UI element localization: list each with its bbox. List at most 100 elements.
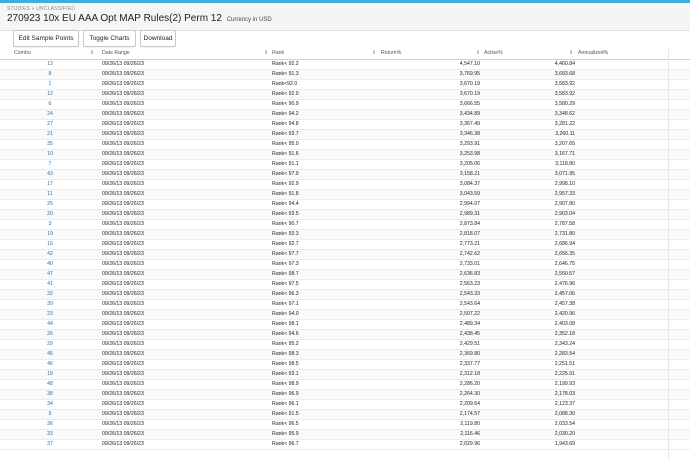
table-row[interactable]: 8 09/26/13 09/26/23 Rank< 91.3 3,769.95 3,68… xyxy=(0,70,690,80)
table-row[interactable]: 36 09/26/13 09/26/23 Rank< 96.5 2,119.80 2,0… xyxy=(0,420,690,430)
sort-icon[interactable]: ⇕ xyxy=(476,50,480,56)
combo-cell[interactable]: 42 xyxy=(40,251,60,257)
download-button[interactable]: Download xyxy=(140,30,176,47)
combo-cell[interactable]: 11 xyxy=(40,191,60,197)
date-range-cell: 09/26/13 09/26/23 xyxy=(102,401,144,407)
table-row[interactable]: 46 09/26/13 09/26/23 Rank< 98.5 2,337.77 2,2… xyxy=(0,360,690,370)
table-row[interactable]: 19 09/26/13 09/26/23 Rank< 93.3 2,818.07 2,7… xyxy=(0,230,690,240)
combo-cell[interactable]: 37 xyxy=(40,441,60,447)
table-row[interactable]: 39 09/26/13 09/26/23 Rank< 97.1 2,543.64 2,4… xyxy=(0,300,690,310)
table-row[interactable]: 9 09/26/13 09/26/23 Rank< 91.5 2,174.57 2,08… xyxy=(0,410,690,420)
sort-icon[interactable]: ⇕ xyxy=(90,50,94,56)
combo-cell[interactable]: 25 xyxy=(40,201,60,207)
table-row[interactable]: 45 09/26/13 09/26/23 Rank< 98.3 2,369.80 2,2… xyxy=(0,350,690,360)
table-row[interactable]: 25 09/26/13 09/26/23 Rank< 94.4 2,994.07 2,9… xyxy=(0,200,690,210)
combo-cell[interactable]: 38 xyxy=(40,391,60,397)
combo-cell[interactable]: 21 xyxy=(40,131,60,137)
table-row[interactable]: 44 09/26/13 09/26/23 Rank< 98.1 2,489.34 2,4… xyxy=(0,320,690,330)
col-rank[interactable]: Rank xyxy=(272,50,284,56)
combo-cell[interactable]: 20 xyxy=(40,211,60,217)
combo-cell[interactable]: 48 xyxy=(40,381,60,387)
combo-cell[interactable]: 46 xyxy=(40,361,60,367)
combo-cell[interactable]: 13 xyxy=(40,61,60,67)
table-row[interactable]: 12 09/26/13 09/26/23 Rank< 92.0 3,670.19 3,5… xyxy=(0,90,690,100)
table-row[interactable]: 27 09/26/13 09/26/23 Rank< 94.8 3,367.49 3,2… xyxy=(0,120,690,130)
table-row[interactable]: 20 09/26/13 09/26/23 Rank< 93.5 2,989.31 2,9… xyxy=(0,210,690,220)
toggle-charts-button[interactable]: Toggle Charts xyxy=(83,30,136,47)
study-title: 270923 10x EU AAA Opt MAP Rules(2) Perm … xyxy=(7,13,222,24)
table-row[interactable]: 21 09/26/13 09/26/23 Rank< 93.7 3,346.38 3,2… xyxy=(0,130,690,140)
table-row[interactable]: 11 09/26/13 09/26/23 Rank< 91.8 3,043.59 2,9… xyxy=(0,190,690,200)
edit-sample-points-button[interactable]: Edit Sample Points xyxy=(13,30,79,47)
table-row[interactable]: 47 09/26/13 09/26/23 Rank< 98.7 2,636.83 2,5… xyxy=(0,270,690,280)
table-row[interactable]: 29 09/26/13 09/26/23 Rank< 95.2 2,429.51 2,3… xyxy=(0,340,690,350)
table-row[interactable]: 23 09/26/13 09/26/23 Rank< 94.0 2,507.22 2,4… xyxy=(0,310,690,320)
table-row[interactable]: 10 09/26/13 09/26/23 Rank< 91.6 3,253.98 3,1… xyxy=(0,150,690,160)
combo-cell[interactable]: 39 xyxy=(40,301,60,307)
combo-cell[interactable]: 26 xyxy=(40,331,60,337)
combo-cell[interactable]: 8 xyxy=(40,71,60,77)
combo-cell[interactable]: 47 xyxy=(40,271,60,277)
combo-cell[interactable]: 1 xyxy=(40,81,60,87)
combo-cell[interactable]: 19 xyxy=(40,231,60,237)
sort-icon[interactable]: ⇕ xyxy=(569,50,573,56)
combo-cell[interactable]: 36 xyxy=(40,421,60,427)
combo-cell[interactable]: 29 xyxy=(40,341,60,347)
table-row[interactable]: 6 09/26/13 09/26/23 Rank< 90.9 3,666.55 3,58… xyxy=(0,100,690,110)
table-row[interactable]: 26 09/26/13 09/26/23 Rank< 94.6 2,438.45 2,3… xyxy=(0,330,690,340)
table-row[interactable]: 48 09/26/13 09/26/23 Rank< 98.9 2,286.20 2,1… xyxy=(0,380,690,390)
combo-cell[interactable]: 45 xyxy=(40,351,60,357)
combo-cell[interactable]: 17 xyxy=(40,181,60,187)
combo-cell[interactable]: 3 xyxy=(40,221,60,227)
combo-cell[interactable]: 41 xyxy=(40,281,60,287)
combo-cell[interactable]: 9 xyxy=(40,411,60,417)
col-active[interactable]: Active% xyxy=(484,50,503,56)
table-row[interactable]: 7 09/26/13 09/26/23 Rank< 91.1 3,205.06 3,11… xyxy=(0,160,690,170)
table-row[interactable]: 13 09/26/13 09/26/23 Rank< 92.2 4,547.10 4,4… xyxy=(0,60,690,70)
table-row[interactable]: 3 09/26/13 09/26/23 Rank< 90.7 2,873.84 2,78… xyxy=(0,220,690,230)
combo-cell[interactable]: 34 xyxy=(40,401,60,407)
table-row[interactable]: 18 09/26/13 09/26/23 Rank< 93.1 2,312.18 2,2… xyxy=(0,370,690,380)
table-row[interactable]: 1 09/26/13 09/26/23 Rank<92.0 3,670.19 3,583… xyxy=(0,80,690,90)
combo-cell[interactable]: 24 xyxy=(40,111,60,117)
breadcrumb[interactable]: STUDIES » UNCLASSIFIED xyxy=(7,6,75,12)
table-row[interactable]: 16 09/26/13 09/26/23 Rank< 92.7 2,773.21 2,6… xyxy=(0,240,690,250)
table-row[interactable]: 34 09/26/13 09/26/23 Rank< 96.1 2,209.64 2,1… xyxy=(0,400,690,410)
rank-cell: Rank< 96.7 xyxy=(272,441,299,447)
table-row[interactable]: 42 09/26/13 09/26/23 Rank< 97.7 2,742.62 2,6… xyxy=(0,250,690,260)
combo-cell[interactable]: 18 xyxy=(40,371,60,377)
combo-cell[interactable]: 35 xyxy=(40,141,60,147)
combo-cell[interactable]: 6 xyxy=(40,101,60,107)
sort-icon[interactable]: ⇕ xyxy=(264,50,268,56)
table-row[interactable]: 33 09/26/13 09/26/23 Rank< 95.9 2,116.46 2,0… xyxy=(0,430,690,440)
sort-icon[interactable]: ⇕ xyxy=(372,50,376,56)
combo-cell[interactable]: 43 xyxy=(40,171,60,177)
col-combo[interactable]: Combo xyxy=(14,50,31,56)
combo-cell[interactable]: 12 xyxy=(40,91,60,97)
combo-cell[interactable]: 7 xyxy=(40,161,60,167)
combo-cell[interactable]: 32 xyxy=(40,291,60,297)
col-date-range[interactable]: Date Range xyxy=(102,50,130,56)
combo-cell[interactable]: 23 xyxy=(40,311,60,317)
combo-cell[interactable]: 27 xyxy=(40,121,60,127)
annualized-cell: 2,225.91 xyxy=(554,371,575,377)
table-row[interactable]: 43 09/26/13 09/26/23 Rank< 97.9 3,158.21 3,0… xyxy=(0,170,690,180)
combo-cell[interactable]: 44 xyxy=(40,321,60,327)
table-row[interactable]: 38 09/26/13 09/26/23 Rank< 96.9 2,264.30 2,1… xyxy=(0,390,690,400)
table-row[interactable]: 35 09/26/13 09/26/23 Rank< 95.0 3,293.91 3,2… xyxy=(0,140,690,150)
table-row[interactable]: 37 09/26/13 09/26/23 Rank< 96.7 2,029.96 1,9… xyxy=(0,440,690,450)
table-row[interactable]: 41 09/26/13 09/26/23 Rank< 97.5 2,563.23 2,4… xyxy=(0,280,690,290)
table-row[interactable]: 17 09/26/13 09/26/23 Rank< 92.9 3,084.37 2,9… xyxy=(0,180,690,190)
combo-cell[interactable]: 10 xyxy=(40,151,60,157)
table-row[interactable]: 32 09/26/13 09/26/23 Rank< 96.3 2,543.33 2,4… xyxy=(0,290,690,300)
combo-cell[interactable]: 33 xyxy=(40,431,60,437)
combo-cell[interactable]: 16 xyxy=(40,241,60,247)
combo-cell[interactable]: 40 xyxy=(40,261,60,267)
table-row[interactable]: 40 09/26/13 09/26/23 Rank< 97.3 2,733.01 2,6… xyxy=(0,260,690,270)
return-cell: 3,666.55 xyxy=(459,101,480,107)
table-row[interactable]: 24 09/26/13 09/26/23 Rank< 94.2 3,434.89 3,3… xyxy=(0,110,690,120)
annualized-cell: 2,787.58 xyxy=(554,221,575,227)
col-return[interactable]: Return% xyxy=(381,50,401,56)
col-annualized[interactable]: Annualized% xyxy=(578,50,608,56)
return-cell: 2,286.20 xyxy=(459,381,480,387)
